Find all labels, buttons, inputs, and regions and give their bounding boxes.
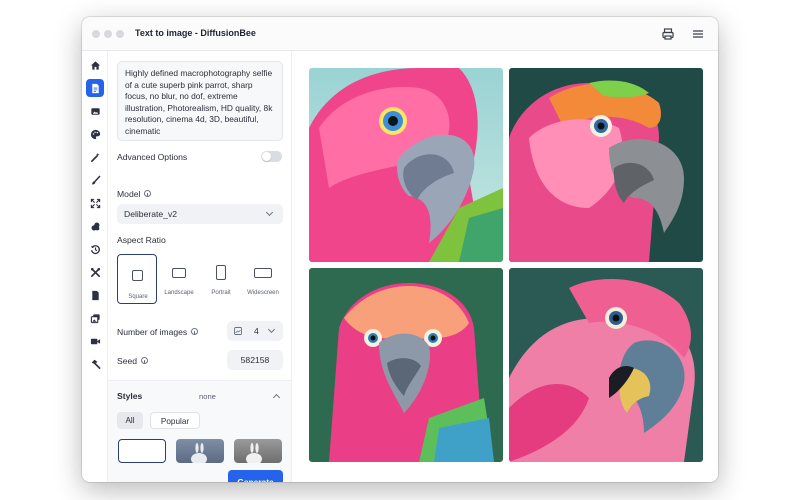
- seed-label-text: Seed: [117, 356, 138, 366]
- close-window-button[interactable]: [92, 30, 100, 38]
- generated-image-3[interactable]: [309, 268, 503, 462]
- sidebar-item-gallery[interactable]: [86, 309, 104, 327]
- document-icon: [91, 290, 99, 300]
- aspect-option-widescreen[interactable]: Widescreen: [243, 254, 283, 304]
- title-bar: Text to image - DiffusionBee: [82, 17, 718, 51]
- model-label-text: Model: [117, 189, 141, 199]
- model-value: Deliberate_v2: [124, 209, 178, 219]
- sidebar-item-expand[interactable]: [86, 194, 104, 212]
- settings-panel: Highly defined macrophotography selfie o…: [108, 51, 292, 482]
- portrait-shape-icon: [216, 265, 226, 280]
- model-label: Model: [117, 189, 152, 199]
- expand-icon: [90, 198, 100, 208]
- parrot-image: [309, 68, 503, 262]
- styles-tab-popular[interactable]: Popular: [150, 412, 200, 429]
- parrot-image: [509, 68, 703, 262]
- sidebar-item-video[interactable]: [86, 332, 104, 350]
- hammer-icon: [91, 359, 100, 369]
- info-icon[interactable]: [191, 328, 199, 335]
- sidebar-item-brush[interactable]: [86, 171, 104, 189]
- sidebar-item-palette[interactable]: [86, 125, 104, 143]
- styles-tab-all[interactable]: All: [117, 412, 143, 429]
- aspect-option-portrait[interactable]: Portrait: [201, 254, 241, 304]
- image-icon: [90, 107, 100, 115]
- aspect-option-square[interactable]: Square: [117, 254, 157, 304]
- number-of-images-text: Number of images: [117, 327, 188, 337]
- square-shape-icon: [132, 270, 143, 281]
- aspect-ratio-label: Aspect Ratio: [117, 235, 166, 245]
- text-to-image-icon: [91, 83, 99, 93]
- advanced-options-label: Advanced Options: [117, 152, 188, 162]
- sidebar-item-text-to-image[interactable]: [86, 79, 104, 97]
- app-window: Text to image - DiffusionBee Highly defi…: [82, 17, 718, 482]
- minimize-window-button[interactable]: [104, 30, 112, 38]
- landscape-shape-icon: [172, 268, 186, 278]
- number-of-images-select[interactable]: 4: [227, 321, 283, 341]
- palette-icon: [90, 129, 100, 139]
- sidebar-item-layers[interactable]: [86, 217, 104, 235]
- style-thumbnail-none[interactable]: [118, 439, 166, 463]
- sidebar-item-tools[interactable]: [86, 263, 104, 281]
- styles-value: none: [199, 392, 216, 401]
- menu-icon[interactable]: [690, 26, 706, 42]
- chevron-down-icon: [265, 208, 274, 217]
- sidebar-item-hammer[interactable]: [86, 355, 104, 373]
- parrot-image: [509, 268, 703, 462]
- layers-icon: [91, 222, 99, 230]
- zoom-window-button[interactable]: [116, 30, 124, 38]
- rabbit-thumbnail-icon: [191, 443, 207, 463]
- results-gallery: [292, 51, 718, 482]
- generated-image-4[interactable]: [509, 268, 703, 462]
- generated-image-2[interactable]: [509, 68, 703, 262]
- info-icon[interactable]: [141, 357, 149, 364]
- seed-input[interactable]: 582158: [227, 350, 283, 370]
- styles-label: Styles: [117, 391, 143, 401]
- gallery-icon: [90, 313, 100, 323]
- aspect-option-label: Widescreen: [247, 290, 279, 296]
- parrot-image: [309, 268, 503, 462]
- aspect-option-label: Square: [128, 294, 148, 300]
- info-icon[interactable]: [144, 190, 152, 197]
- seed-label: Seed: [117, 356, 149, 366]
- generate-button[interactable]: Generate: [228, 470, 283, 482]
- aspect-option-label: Landscape: [164, 290, 194, 296]
- widescreen-shape-icon: [254, 268, 272, 278]
- sidebar-item-magic[interactable]: [86, 148, 104, 166]
- history-icon: [90, 244, 100, 254]
- style-thumbnail[interactable]: [234, 439, 282, 463]
- printer-icon[interactable]: [660, 26, 676, 42]
- sidebar-item-image[interactable]: [86, 102, 104, 120]
- tools-icon: [90, 267, 100, 277]
- video-icon: [90, 338, 100, 344]
- home-icon: [90, 60, 100, 70]
- advanced-options-toggle[interactable]: [261, 151, 282, 162]
- rabbit-thumbnail-icon: [246, 443, 262, 463]
- number-of-images-label: Number of images: [117, 327, 199, 337]
- chevron-down-icon: [267, 325, 276, 334]
- aspect-option-label: Portrait: [211, 290, 231, 296]
- number-of-images-value: 4: [254, 326, 259, 336]
- sidebar-rail: [82, 51, 108, 482]
- model-select[interactable]: Deliberate_v2: [117, 204, 283, 224]
- style-thumbnail[interactable]: [176, 439, 224, 463]
- prompt-input[interactable]: Highly defined macrophotography selfie o…: [117, 61, 283, 141]
- window-title: Text to image - DiffusionBee: [135, 28, 256, 38]
- brush-icon: [91, 175, 100, 184]
- sidebar-item-document[interactable]: [86, 286, 104, 304]
- magic-wand-icon: [90, 152, 100, 162]
- sidebar-item-history[interactable]: [86, 240, 104, 258]
- generated-image-1[interactable]: [309, 68, 503, 262]
- image-count-icon: [234, 327, 242, 335]
- aspect-option-landscape[interactable]: Landscape: [159, 254, 199, 304]
- sidebar-item-home[interactable]: [86, 56, 104, 74]
